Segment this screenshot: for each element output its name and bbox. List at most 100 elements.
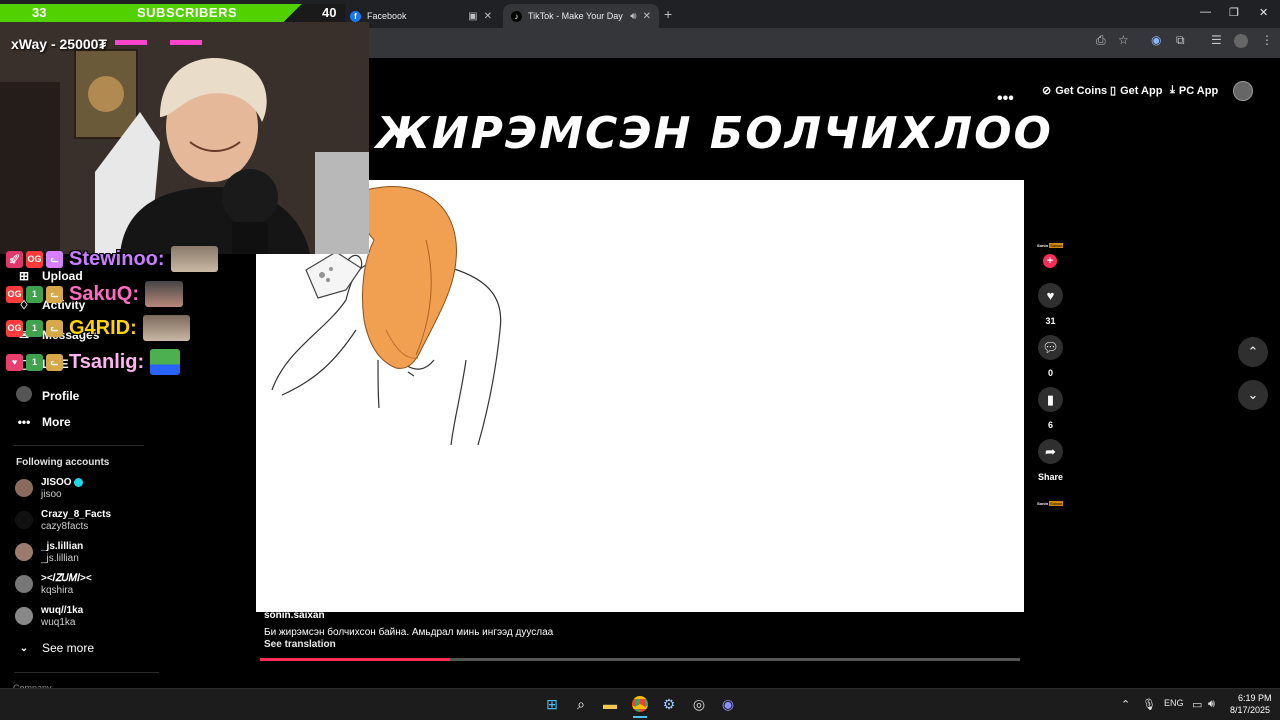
download-icon: ⤓ bbox=[1170, 84, 1175, 96]
emote-image bbox=[142, 315, 190, 341]
clock-time[interactable]: 6:19 PM bbox=[1238, 693, 1272, 703]
save-button[interactable]: ▮ bbox=[1038, 387, 1063, 412]
file-explorer-icon[interactable]: ▬ bbox=[600, 694, 620, 714]
account-name: wuq//1ka bbox=[41, 605, 84, 616]
close-tab-icon[interactable]: ✕ bbox=[484, 11, 492, 22]
cat-badge-icon: ᓚ bbox=[46, 285, 63, 303]
account-name: ><𝐼𝑍𝑈𝑀𝐼>< bbox=[41, 573, 92, 584]
volume-icon[interactable]: 🔊︎ bbox=[1208, 698, 1215, 711]
sidebar-item-profile[interactable]: Profile bbox=[16, 386, 79, 405]
woman-drinking-illustration bbox=[271, 186, 502, 446]
avatar bbox=[15, 511, 33, 529]
pc-app-label: PC App bbox=[1178, 84, 1219, 97]
first-badge-icon: 1 bbox=[26, 353, 43, 371]
user-avatar[interactable] bbox=[1233, 81, 1253, 101]
video-progress-bar[interactable] bbox=[260, 658, 1020, 661]
following-account[interactable]: Crazy_8_Facts cazy8facts bbox=[15, 509, 215, 537]
share-label: Share bbox=[1037, 472, 1063, 482]
close-window-button[interactable]: ✕ bbox=[1259, 6, 1268, 19]
chevron-down-icon: ⌄ bbox=[19, 642, 29, 654]
get-coins-label: Get Coins bbox=[1055, 84, 1108, 97]
get-coins-button[interactable]: ⊘ Get Coins bbox=[1042, 84, 1108, 98]
see-more-button[interactable]: ⌄ See more bbox=[16, 641, 94, 655]
comment-button[interactable]: 💬︎ bbox=[1038, 335, 1063, 360]
discord-icon[interactable]: ◉ bbox=[718, 694, 738, 714]
network-icon[interactable]: ▭ bbox=[1192, 698, 1202, 711]
account-handle: kqshira bbox=[41, 585, 74, 596]
follow-button[interactable]: + bbox=[1043, 254, 1057, 268]
extension-active-icon[interactable]: ◉ bbox=[1151, 33, 1161, 47]
share-button[interactable]: ➦ bbox=[1038, 439, 1063, 464]
get-app-label: Get App bbox=[1120, 84, 1163, 97]
coin-icon: ⊘ bbox=[1042, 85, 1052, 97]
streamer-webcam bbox=[0, 22, 369, 254]
following-account[interactable]: wuq//1ka wuq1ka bbox=[15, 605, 215, 633]
close-tab-icon[interactable]: ✕ bbox=[643, 11, 651, 22]
tab-tiktok[interactable]: ♪ TikTok - Make Your Day 🔊︎ ✕ bbox=[503, 4, 659, 28]
pepe-emote-image bbox=[150, 349, 181, 375]
facebook-icon: f bbox=[350, 10, 361, 22]
subscriber-label: SUBSCRIBERS bbox=[137, 5, 238, 20]
language-indicator[interactable]: ENG bbox=[1164, 698, 1184, 708]
video-caption: Би жирэмсэн болчихсон байна. Амьдрал мин… bbox=[264, 627, 554, 638]
microphone-icon[interactable]: 🎙︎ bbox=[1142, 698, 1156, 711]
tray-chevron-icon[interactable]: ⌃ bbox=[1121, 698, 1130, 711]
chevron-down-icon: ⌄ bbox=[1247, 387, 1259, 402]
sidebar-divider bbox=[14, 672, 159, 673]
sound-disc[interactable]: Sonin Saixan bbox=[1037, 500, 1064, 506]
following-account[interactable]: _js.lillian _js.lillian bbox=[15, 541, 215, 569]
minimize-button[interactable]: — bbox=[1200, 6, 1211, 18]
windows-start-icon[interactable]: ⊞ bbox=[542, 694, 562, 714]
comment-count: 0 bbox=[1047, 368, 1053, 378]
like-button[interactable]: ♥ bbox=[1038, 283, 1063, 308]
avatar bbox=[15, 543, 33, 561]
reading-list-icon[interactable]: ☰ bbox=[1211, 33, 1222, 47]
og-badge-icon: OG bbox=[6, 319, 23, 337]
steam-icon[interactable]: ⚙ bbox=[659, 694, 679, 714]
browser-profile-avatar[interactable] bbox=[1234, 34, 1248, 48]
og-badge-icon: OG bbox=[26, 250, 43, 268]
like-count: 31 bbox=[1045, 316, 1056, 326]
share-icon: ➦ bbox=[1045, 443, 1056, 459]
sidebar-item-label: Profile bbox=[42, 388, 80, 403]
obs-icon[interactable]: ◎ bbox=[689, 694, 709, 714]
creator-avatar[interactable]: Sonin Saixan bbox=[1037, 242, 1064, 248]
picture-in-picture-icon[interactable]: ▣ bbox=[468, 11, 477, 22]
video-player[interactable] bbox=[256, 180, 1024, 612]
search-icon[interactable]: ⌕ bbox=[571, 694, 591, 714]
following-account[interactable]: ><𝐼𝑍𝑈𝑀𝐼>< kqshira bbox=[15, 573, 215, 601]
next-video-button[interactable]: ⌄ bbox=[1238, 380, 1268, 410]
more-options-icon[interactable]: ••• bbox=[997, 90, 1014, 108]
see-translation-link[interactable]: See translation bbox=[264, 639, 336, 650]
chat-message: OG 1 ᓚ SakuQ: bbox=[6, 280, 184, 308]
subscriber-count: 33 bbox=[32, 5, 47, 20]
bookmark-star-icon[interactable]: ☆ bbox=[1118, 33, 1129, 47]
cat-badge-icon: ᓚ bbox=[46, 353, 63, 371]
see-more-label: See more bbox=[42, 641, 95, 655]
clock-date[interactable]: 8/17/2025 bbox=[1230, 705, 1270, 715]
phone-icon: ▯ bbox=[1110, 85, 1117, 97]
video-author[interactable]: sonin.saixan bbox=[264, 610, 325, 621]
get-app-button[interactable]: ▯ Get App bbox=[1110, 84, 1163, 98]
chevron-up-icon: ⌃ bbox=[1247, 344, 1259, 359]
following-account[interactable]: JISOO jisoo bbox=[15, 477, 215, 505]
install-app-icon[interactable]: ⎙ bbox=[1096, 33, 1106, 48]
browser-menu-icon[interactable]: ⋮ bbox=[1261, 33, 1273, 47]
sidebar-item-more[interactable]: ••• More bbox=[16, 415, 71, 429]
pc-app-button[interactable]: ⤓ PC App bbox=[1170, 84, 1218, 97]
mini-logo-badge: Saixan bbox=[1049, 242, 1064, 248]
active-app-indicator bbox=[633, 716, 647, 718]
verified-icon bbox=[74, 477, 84, 487]
extensions-icon[interactable]: ⧉ bbox=[1176, 33, 1185, 48]
maximize-button[interactable]: ❐ bbox=[1229, 6, 1239, 19]
save-count: 6 bbox=[1047, 420, 1053, 430]
following-accounts-title: Following accounts bbox=[16, 457, 110, 468]
tab-title: Facebook bbox=[367, 11, 407, 21]
mini-logo-text: Sonin bbox=[1037, 242, 1049, 248]
chat-message: 🚀︎ OG ᓚ Stewinoo: bbox=[6, 245, 218, 273]
account-name: _js.lillian bbox=[41, 541, 84, 552]
speaker-icon[interactable]: 🔊︎ bbox=[630, 11, 636, 22]
previous-video-button[interactable]: ⌃ bbox=[1238, 337, 1268, 367]
chrome-icon[interactable] bbox=[630, 694, 650, 714]
new-tab-button[interactable]: + bbox=[664, 6, 672, 22]
